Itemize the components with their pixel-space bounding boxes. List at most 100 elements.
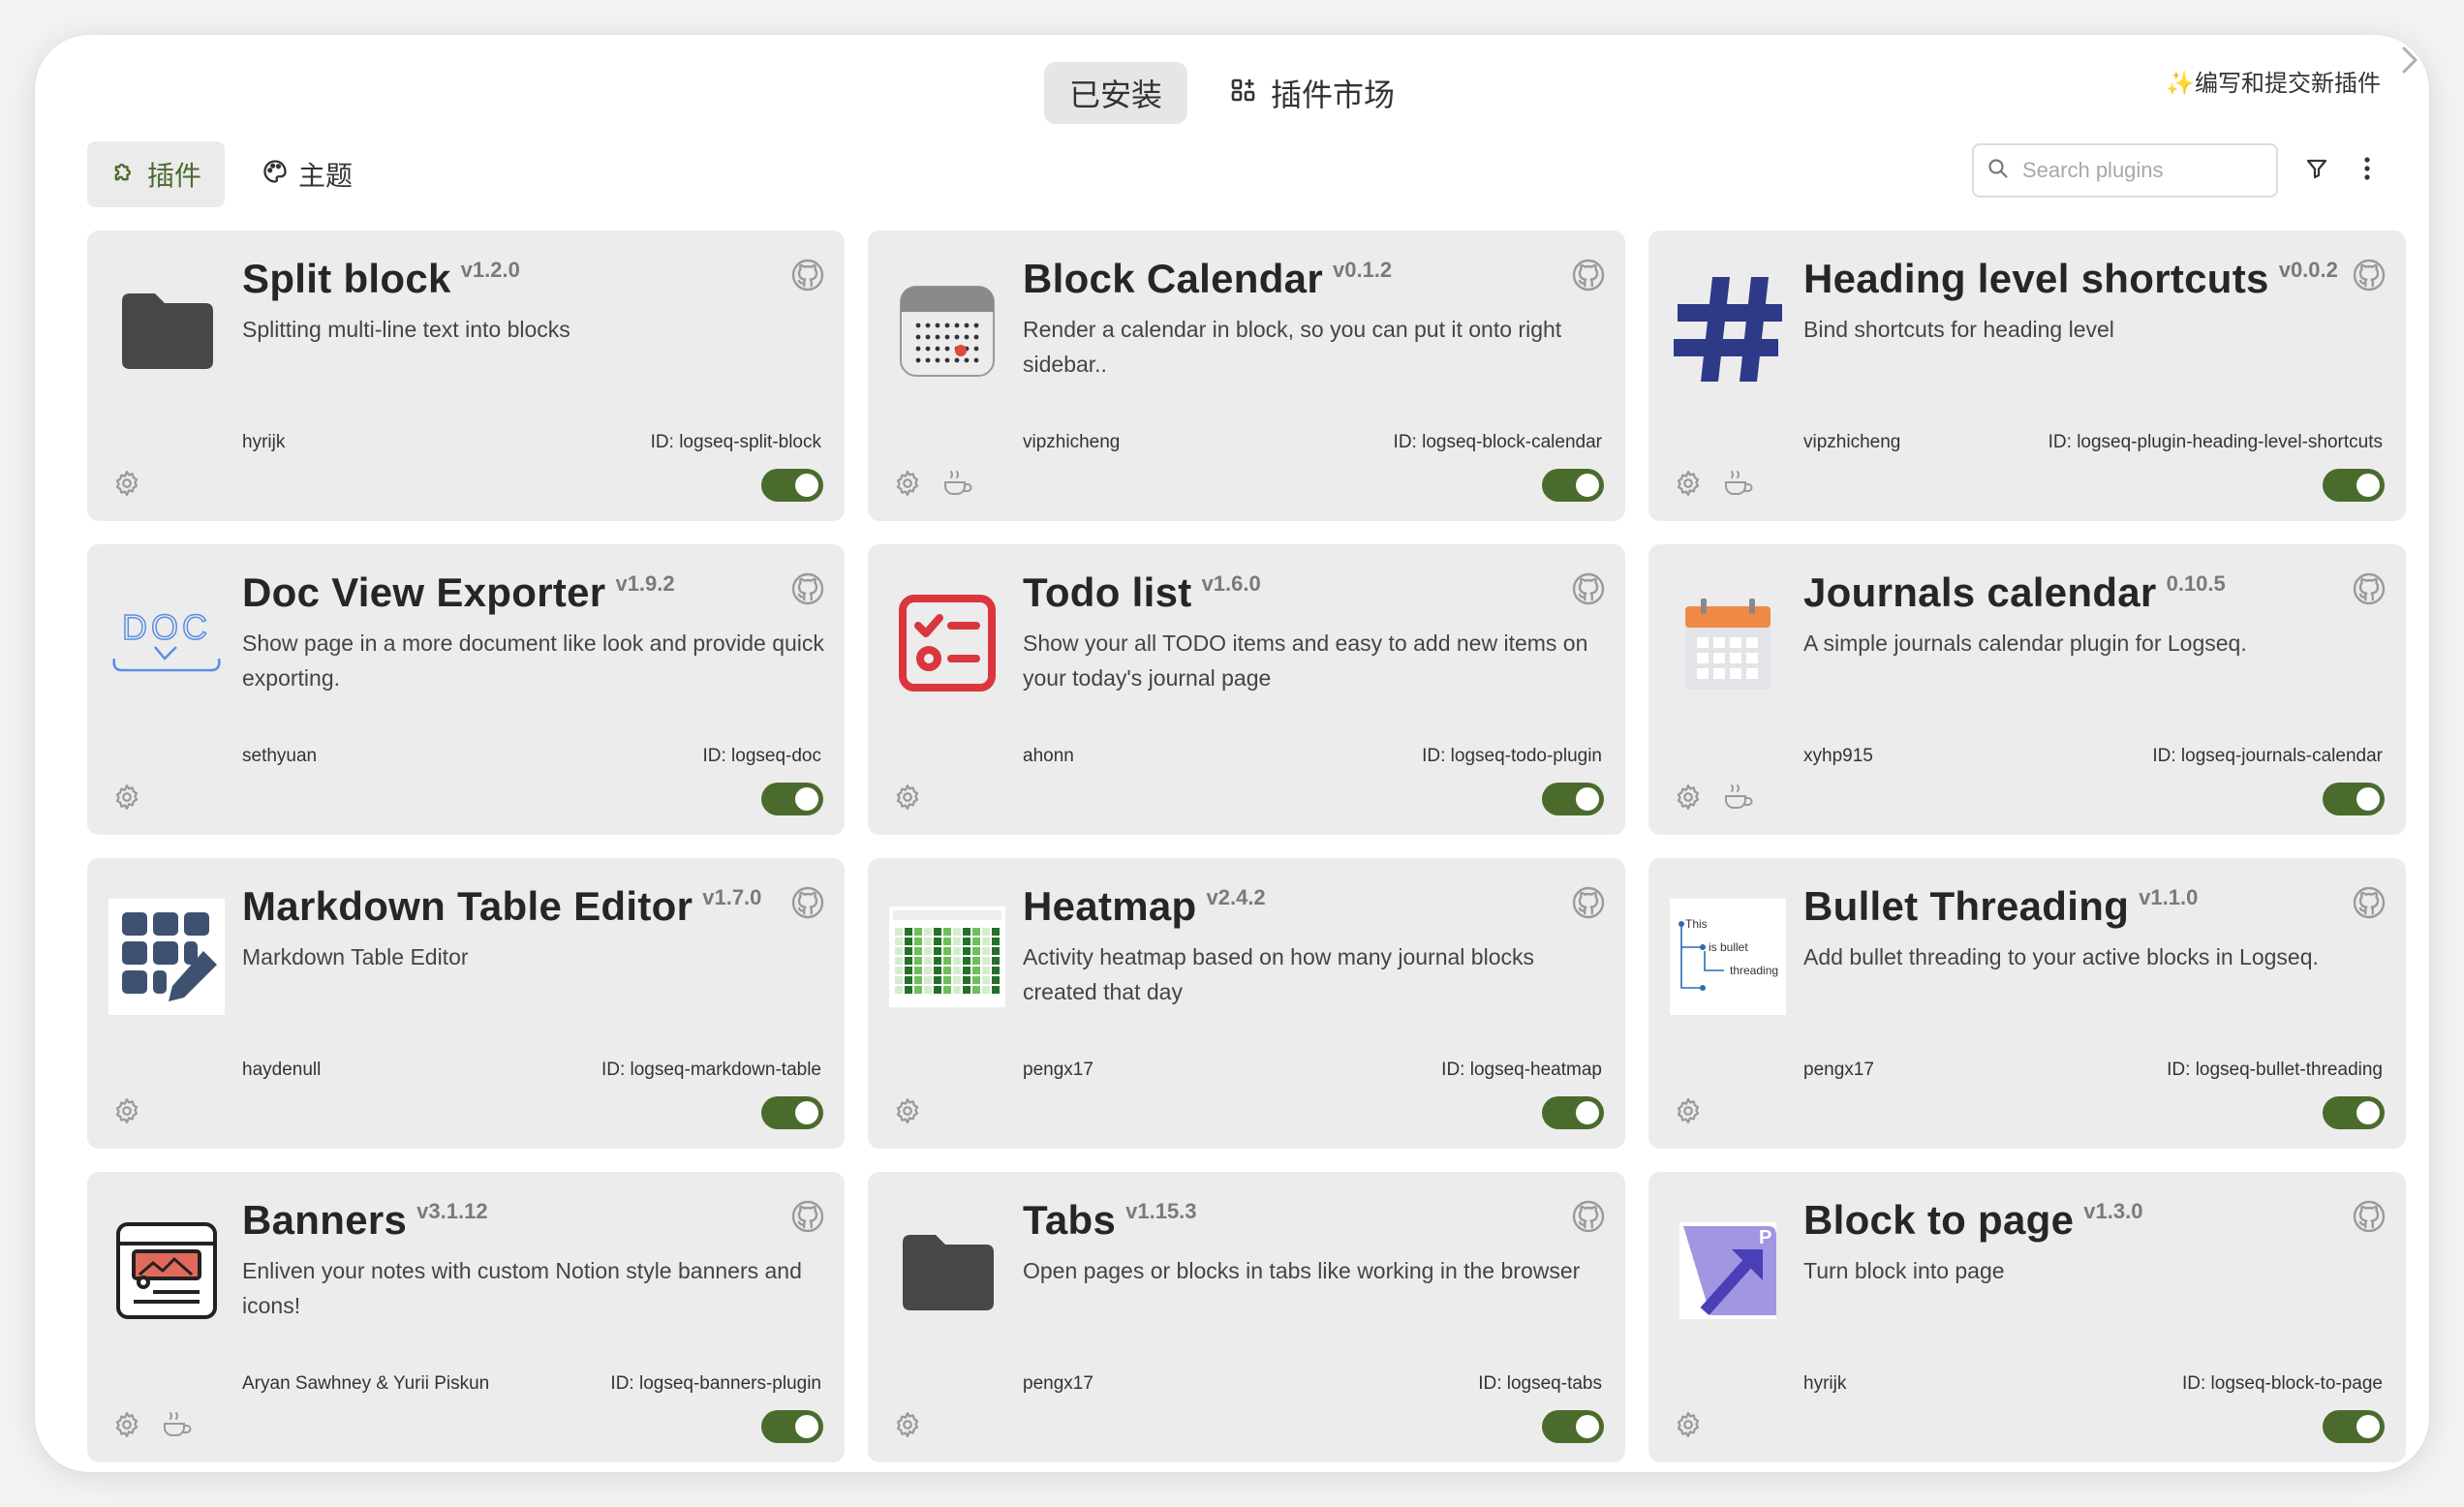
enable-toggle[interactable] (761, 783, 823, 815)
settings-gear-icon[interactable] (1674, 783, 1703, 812)
threading-icon: This is bullet threading (1670, 899, 1786, 1015)
enable-toggle[interactable] (1542, 1096, 1604, 1129)
plugin-id: ID: logseq-doc (702, 746, 821, 766)
enable-toggle[interactable] (761, 1096, 823, 1129)
toggle-knob (795, 1101, 818, 1124)
search-input[interactable] (2020, 157, 2266, 184)
plugin-card-1: Block Calendar v0.1.2 Render a calendar … (868, 231, 1625, 521)
settings-gear-icon[interactable] (112, 1096, 141, 1125)
toggle-knob (1576, 1415, 1599, 1438)
enable-toggle[interactable] (2323, 469, 2385, 502)
tab-installed[interactable]: 已安装 (1043, 62, 1187, 124)
github-icon[interactable] (790, 1199, 825, 1234)
coffee-donate-icon[interactable] (941, 469, 974, 498)
github-icon[interactable] (1571, 1199, 1606, 1234)
plugin-description: Render a calendar in block, so you can p… (1023, 317, 1562, 377)
plugin-author: vipzhicheng (1803, 432, 1901, 452)
settings-gear-icon[interactable] (893, 1410, 922, 1439)
github-icon[interactable] (1571, 571, 1606, 606)
plugin-version: v1.9.2 (615, 571, 675, 596)
enable-toggle[interactable] (761, 1410, 823, 1443)
plugin-id: ID: logseq-markdown-table (601, 1060, 821, 1080)
github-icon[interactable] (790, 258, 825, 292)
type-tabs: 插件 主题 (87, 141, 376, 207)
toggle-knob (1576, 787, 1599, 811)
enable-toggle[interactable] (2323, 783, 2385, 815)
github-icon[interactable] (1571, 258, 1606, 292)
enable-toggle[interactable] (2323, 1096, 2385, 1129)
tab-marketplace[interactable]: 插件市场 (1205, 62, 1420, 124)
enable-toggle[interactable] (1542, 783, 1604, 815)
tab-marketplace-label: 插件市场 (1271, 77, 1396, 112)
apps-icon (1230, 76, 1257, 111)
plugin-id: ID: logseq-heatmap (1441, 1060, 1602, 1080)
plugin-name: Block to page (1803, 1197, 2075, 1243)
settings-gear-icon[interactable] (1674, 469, 1703, 498)
plugin-card-4: Todo list v1.6.0 Show your all TODO item… (868, 544, 1625, 835)
plugin-id: ID: logseq-block-to-page (2182, 1373, 2383, 1394)
plugin-author: hyrijk (242, 432, 286, 452)
more-button[interactable] (2348, 149, 2387, 192)
github-icon[interactable] (2352, 1199, 2387, 1234)
toggle-knob (2356, 1415, 2380, 1438)
plugin-author: pengx17 (1023, 1060, 1093, 1080)
settings-gear-icon[interactable] (893, 469, 922, 498)
settings-gear-icon[interactable] (893, 783, 922, 812)
github-icon[interactable] (1571, 885, 1606, 920)
plugin-name: Todo list (1023, 569, 1192, 615)
plugin-name: Bullet Threading (1803, 883, 2130, 929)
tab-plugins[interactable]: 插件 (87, 141, 226, 207)
calendar-grid-icon (1670, 585, 1786, 701)
plugin-version: v1.1.0 (2139, 885, 2199, 909)
settings-gear-icon[interactable] (112, 783, 141, 812)
palette-icon (262, 158, 289, 192)
plugin-description: Show your all TODO items and easy to add… (1023, 630, 1588, 691)
svg-text:is bullet: is bullet (1709, 940, 1748, 954)
plugin-name: Heading level shortcuts (1803, 256, 2269, 301)
settings-gear-icon[interactable] (112, 1410, 141, 1439)
plugin-id: ID: logseq-tabs (1478, 1373, 1602, 1394)
table-edit-icon (108, 899, 225, 1015)
filter-button[interactable] (2297, 149, 2336, 192)
plugin-id: ID: logseq-block-calendar (1393, 432, 1602, 452)
tab-themes[interactable]: 主题 (238, 141, 376, 207)
svg-text:This: This (1685, 917, 1708, 931)
plugin-author: sethyuan (242, 746, 318, 766)
puzzle-icon (110, 158, 138, 192)
coffee-donate-icon[interactable] (161, 1410, 194, 1439)
enable-toggle[interactable] (2323, 1410, 2385, 1443)
banner-icon (108, 1213, 225, 1329)
plugin-author: hyrijk (1803, 1373, 1847, 1394)
tab-installed-label: 已安装 (1068, 77, 1162, 112)
settings-gear-icon[interactable] (893, 1096, 922, 1125)
plugin-name: Doc View Exporter (242, 569, 606, 615)
filter-icon (2305, 157, 2328, 185)
main-tabs: 已安装 插件市场 (35, 62, 2429, 124)
plugin-grid: Split block v1.2.0 Splitting multi-line … (87, 231, 2406, 1462)
settings-gear-icon[interactable] (1674, 1410, 1703, 1439)
enable-toggle[interactable] (1542, 469, 1604, 502)
coffee-donate-icon[interactable] (1722, 469, 1755, 498)
plugin-description: Markdown Table Editor (242, 944, 469, 969)
github-icon[interactable] (2352, 258, 2387, 292)
coffee-donate-icon[interactable] (1722, 783, 1755, 812)
toggle-knob (1576, 1101, 1599, 1124)
plugin-description: Enliven your notes with custom Notion st… (242, 1258, 802, 1318)
plugin-description: A simple journals calendar plugin for Lo… (1803, 630, 2247, 656)
enable-toggle[interactable] (761, 469, 823, 502)
plugin-author: pengx17 (1803, 1060, 1874, 1080)
plugin-card-0: Split block v1.2.0 Splitting multi-line … (87, 231, 845, 521)
github-icon[interactable] (790, 571, 825, 606)
block-to-page-icon: PB (1670, 1213, 1786, 1329)
settings-gear-icon[interactable] (112, 469, 141, 498)
plugin-card-5: Journals calendar 0.10.5 A simple journa… (1648, 544, 2406, 835)
heatmap-icon (889, 899, 1005, 1015)
plugin-id: ID: logseq-plugin-heading-level-shortcut… (2048, 432, 2383, 452)
settings-gear-icon[interactable] (1674, 1096, 1703, 1125)
plugin-version: v3.1.12 (416, 1199, 488, 1223)
github-icon[interactable] (790, 885, 825, 920)
enable-toggle[interactable] (1542, 1410, 1604, 1443)
github-icon[interactable] (2352, 571, 2387, 606)
submit-plugin-link[interactable]: ✨编写和提交新插件 (2166, 64, 2381, 98)
github-icon[interactable] (2352, 885, 2387, 920)
